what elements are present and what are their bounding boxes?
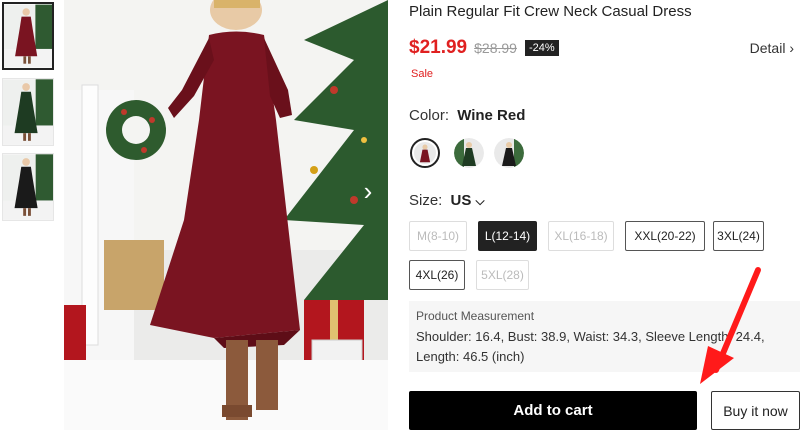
image-next-chevron-right-icon[interactable]: ›: [354, 176, 382, 206]
thumbnail-image: [3, 154, 53, 220]
detail-link-label: Detail: [749, 40, 786, 56]
size-label: Size: US ⌵: [409, 192, 485, 209]
discount-badge: -24%: [524, 40, 559, 56]
original-price: $28.99: [474, 40, 517, 56]
size-region-value: US: [450, 192, 472, 209]
color-label-text: Color:: [409, 107, 450, 124]
size-option-label: XL(16-18): [554, 229, 608, 243]
selected-color: Wine Red: [457, 107, 526, 124]
size-option-5xl[interactable]: 5XL(28): [476, 260, 529, 290]
sale-tag: Sale: [411, 68, 434, 80]
swatch-image: [494, 138, 524, 168]
product-info-panel: Plain Regular Fit Crew Neck Casual Dress…: [409, 0, 800, 430]
detail-link[interactable]: Detail ›: [750, 40, 794, 56]
swatch-image: [414, 142, 436, 164]
swatch-image: [454, 138, 484, 168]
size-option-label: 3XL(24): [717, 229, 760, 243]
thumbnail-wine-red[interactable]: [2, 2, 54, 70]
thumbnail-image: [4, 4, 52, 68]
size-option-xxl[interactable]: XXL(20-22): [625, 221, 705, 251]
size-label-text: Size:: [409, 192, 443, 209]
size-option-label: 4XL(26): [415, 268, 459, 282]
measurement-line-1: Shoulder: 16.4, Bust: 38.9, Waist: 34.3,…: [416, 329, 765, 344]
sale-price: $21.99: [409, 37, 468, 58]
size-option-4xl[interactable]: 4XL(26): [409, 260, 465, 290]
color-label: Color: Wine Red: [409, 107, 525, 124]
product-title: Plain Regular Fit Crew Neck Casual Dress: [409, 3, 692, 20]
size-option-label: XXL(20-22): [634, 229, 696, 243]
chevron-down-icon: ⌵: [475, 194, 485, 208]
size-option-xl[interactable]: XL(16-18): [548, 221, 614, 251]
swatch-dark-green[interactable]: [454, 138, 484, 168]
price-row: $21.99 $28.99 -24%: [409, 37, 559, 59]
measurement-line-2: Length: 46.5 (inch): [416, 349, 525, 364]
product-measurement-box: Product Measurement Shoulder: 16.4, Bust…: [409, 301, 800, 372]
size-region-selector[interactable]: US ⌵: [451, 192, 485, 209]
size-option-3xl[interactable]: 3XL(24): [713, 221, 764, 251]
add-to-cart-button[interactable]: Add to cart: [409, 391, 697, 430]
thumbnail-black[interactable]: [2, 153, 54, 221]
size-option-label: 5XL(28): [481, 268, 524, 282]
buy-it-now-button[interactable]: Buy it now: [711, 391, 800, 430]
main-product-image[interactable]: [64, 0, 388, 430]
thumbnail-image: [3, 79, 53, 145]
size-option-label: L(12-14): [484, 229, 531, 243]
product-photo: [64, 0, 388, 430]
size-option-m[interactable]: M(8-10): [409, 221, 467, 251]
swatch-wine-red[interactable]: [410, 138, 440, 168]
chevron-right-icon: ›: [789, 40, 794, 56]
size-option-l[interactable]: L(12-14): [478, 221, 537, 251]
swatch-black[interactable]: [494, 138, 524, 168]
measurement-title: Product Measurement: [416, 309, 535, 323]
thumbnail-dark-green[interactable]: [2, 78, 54, 146]
size-option-label: M(8-10): [416, 229, 459, 243]
